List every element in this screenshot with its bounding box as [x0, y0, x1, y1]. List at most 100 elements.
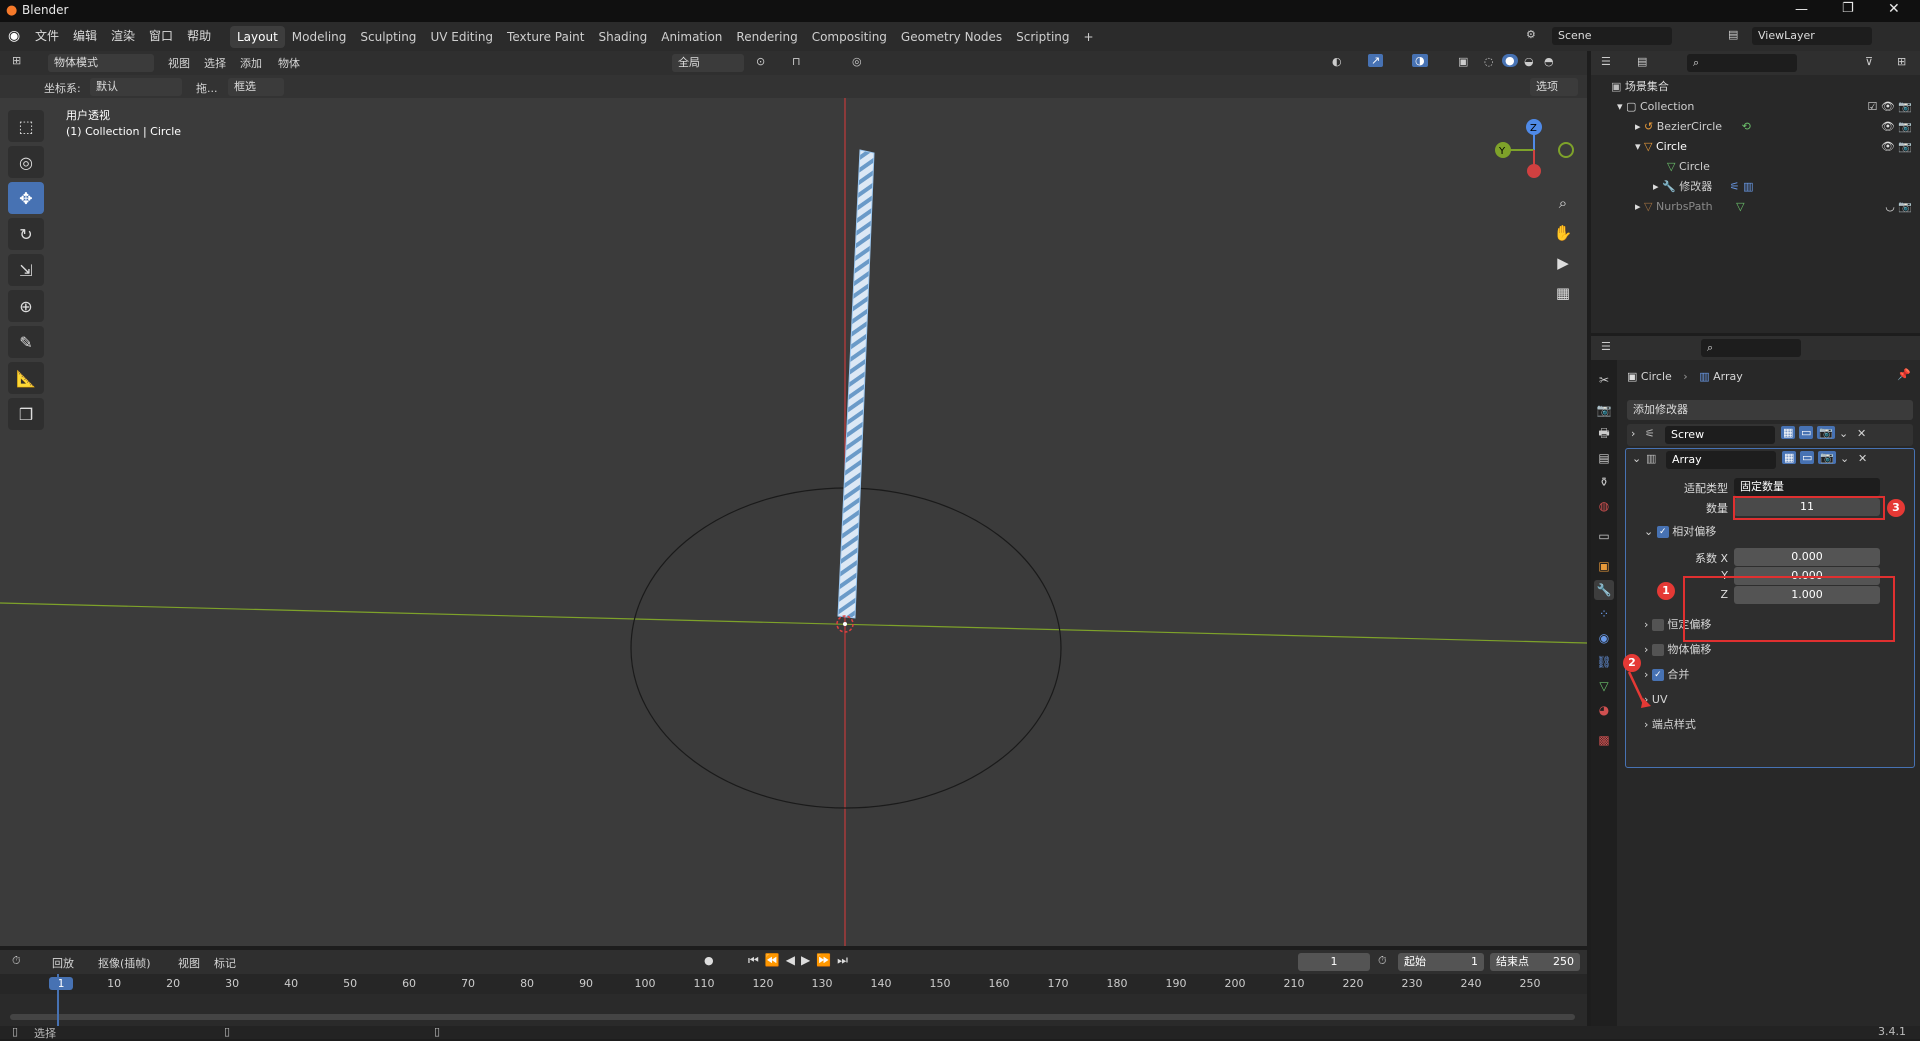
playback-controls[interactable]: ⏮⏪◀▶⏩⏭ — [748, 953, 854, 968]
beziercircle-visibility-icons[interactable]: 👁 📷 — [1881, 117, 1912, 137]
render-tab-icon[interactable]: 📷 — [1594, 400, 1614, 420]
tab-texture-paint[interactable]: Texture Paint — [500, 26, 591, 48]
add-workspace-button[interactable]: + — [1077, 26, 1101, 48]
menu-object[interactable]: 物体 — [278, 55, 300, 71]
outliner-scene-collection[interactable]: ▣ 场景集合 — [1591, 77, 1920, 97]
data-tab-icon[interactable]: ▽ — [1594, 676, 1614, 696]
viewport-canvas[interactable]: Z Y — [0, 98, 1587, 946]
menu-view[interactable]: 视图 — [168, 55, 190, 71]
viewlayer-icon[interactable]: ▤ — [1728, 28, 1738, 41]
options-button[interactable]: 选项 — [1530, 78, 1578, 96]
editor-type-icon[interactable]: ⊞ — [12, 54, 21, 67]
factor-x-field[interactable]: 0.000 — [1734, 548, 1880, 566]
tab-layout[interactable]: Layout — [230, 26, 285, 48]
wireframe-shading-icon[interactable]: ◌ — [1484, 55, 1494, 68]
end-frame-field[interactable]: 结束点 250 — [1490, 953, 1580, 971]
menu-keying[interactable]: 抠像(插帧) — [98, 955, 151, 971]
menu-render[interactable]: 渲染 — [104, 22, 142, 51]
constant-offset-checkbox[interactable] — [1651, 619, 1664, 631]
scale-tool-icon[interactable]: ⇲ — [8, 254, 44, 286]
nurbspath-visibility-icons[interactable]: ◡ 📷 — [1885, 197, 1912, 217]
xray-icon[interactable]: ▣ — [1458, 55, 1468, 68]
scene-tab-icon[interactable]: ⚱ — [1594, 472, 1614, 492]
particles-tab-icon[interactable]: ⁘ — [1594, 604, 1614, 624]
outliner-row-circle[interactable]: ▾ ▽ Circle 👁 📷 — [1591, 137, 1920, 157]
coord-selector[interactable]: 默认 — [90, 78, 182, 96]
drag-selector[interactable]: 框选 — [228, 78, 284, 96]
snap-icon[interactable]: ⊓ — [792, 55, 801, 68]
menu-timeline-view[interactable]: 视图 — [178, 955, 200, 971]
tab-scripting[interactable]: Scripting — [1009, 26, 1076, 48]
select-box-icon[interactable]: ⬚ — [8, 110, 44, 142]
add-modifier-button[interactable]: 添加修改器 — [1627, 400, 1913, 420]
scene-icon[interactable]: ⚙ — [1526, 28, 1536, 41]
blender-menu-icon[interactable]: ◉ — [8, 28, 20, 44]
menu-marker[interactable]: 标记 — [214, 955, 236, 971]
close-window-button[interactable]: ✕ — [1888, 1, 1900, 17]
modifier-tab-icon[interactable]: 🔧 — [1594, 580, 1614, 600]
solid-shading-icon[interactable]: ● — [1502, 54, 1518, 67]
pivot-icon[interactable]: ⊙ — [756, 55, 765, 68]
screw-delete-icon[interactable]: ✕ — [1857, 427, 1866, 440]
current-frame-field[interactable]: 1 — [1298, 953, 1370, 971]
restore-button[interactable]: ❐ — [1842, 1, 1854, 16]
outliner-search-input[interactable]: ⌕ — [1687, 54, 1797, 72]
annotate-tool-icon[interactable]: ✎ — [8, 326, 44, 358]
tab-modeling[interactable]: Modeling — [285, 26, 354, 48]
view-layer-tab-icon[interactable]: ▤ — [1594, 448, 1614, 468]
screw-viewport-icon[interactable]: ▭ — [1799, 426, 1814, 439]
menu-help[interactable]: 帮助 — [180, 22, 218, 51]
object-tab-icon[interactable]: ▣ — [1594, 556, 1614, 576]
screw-render-icon[interactable]: 📷 — [1817, 426, 1835, 439]
outliner-editor-icon[interactable]: ☰ — [1601, 55, 1611, 68]
cursor-tool-icon[interactable]: ◎ — [8, 146, 44, 178]
array-editmode-icon[interactable]: ▦ — [1782, 451, 1797, 464]
array-name-field[interactable]: Array — [1666, 451, 1776, 469]
tab-sculpting[interactable]: Sculpting — [353, 26, 423, 48]
object-offset-checkbox[interactable] — [1651, 644, 1664, 656]
mode-selector[interactable]: 物体模式 — [48, 54, 154, 72]
timeline-editor-icon[interactable]: ⏱ — [12, 954, 21, 968]
outliner-row-collection[interactable]: ▾ ▢ Collection ☑ 👁 📷 — [1591, 97, 1920, 117]
display-mode-icon[interactable]: ▤ — [1637, 55, 1647, 68]
pan-hand-icon[interactable]: ✋ — [1550, 224, 1576, 254]
menu-playback[interactable]: 回放 — [52, 955, 74, 971]
start-frame-field[interactable]: 起始 1 — [1398, 953, 1484, 971]
outliner-row-nurbspath[interactable]: ▸ ▽ NurbsPath ▽ ◡ 📷 — [1591, 197, 1920, 217]
menu-edit[interactable]: 编辑 — [66, 22, 104, 51]
3d-viewport[interactable]: Z Y 用户透视 (1) Collection | Circle ⌕ ✋ ▶ ▦ — [0, 98, 1587, 946]
add-cube-tool-icon[interactable]: ❒ — [8, 398, 44, 430]
zoom-icon[interactable]: ⌕ — [1550, 194, 1576, 224]
screw-name-field[interactable]: Screw — [1665, 426, 1775, 444]
relative-offset-header[interactable]: ⌄ ✓ 相对偏移 — [1644, 524, 1716, 540]
record-icon[interactable]: ● — [704, 954, 714, 967]
tab-shading[interactable]: Shading — [591, 26, 654, 48]
array-viewport-icon[interactable]: ▭ — [1800, 451, 1815, 464]
constraints-tab-icon[interactable]: ⛓ — [1594, 652, 1614, 672]
tab-geometry-nodes[interactable]: Geometry Nodes — [894, 26, 1009, 48]
rotate-tool-icon[interactable]: ↻ — [8, 218, 44, 250]
output-tab-icon[interactable]: 🖶 — [1594, 424, 1614, 444]
transform-orientation-selector[interactable]: 全局 — [672, 54, 744, 72]
properties-editor-icon[interactable]: ☰ — [1601, 340, 1611, 353]
ortho-grid-icon[interactable]: ▦ — [1550, 284, 1576, 314]
pin-icon[interactable]: 📌 — [1897, 368, 1911, 381]
relative-offset-checkbox[interactable]: ✓ — [1656, 526, 1669, 538]
move-tool-icon[interactable]: ✥ — [8, 182, 44, 214]
visibility-icon[interactable]: ◐ — [1332, 55, 1342, 68]
texture-tab-icon[interactable]: ▩ — [1594, 730, 1614, 750]
outliner-row-circle-mesh[interactable]: ▽ Circle — [1591, 157, 1920, 177]
timeline-track-area[interactable] — [0, 994, 1587, 1026]
rendered-shading-icon[interactable]: ◓ — [1544, 55, 1554, 68]
menu-select[interactable]: 选择 — [204, 55, 226, 71]
measure-tool-icon[interactable]: 📐 — [8, 362, 44, 394]
subpanel-object-offset[interactable]: › 物体偏移 — [1644, 642, 1711, 658]
menu-add[interactable]: 添加 — [240, 55, 262, 71]
tab-rendering[interactable]: Rendering — [729, 26, 804, 48]
screw-dropdown-icon[interactable]: ⌄ — [1839, 427, 1848, 440]
timeline-scrollbar[interactable] — [10, 1014, 1575, 1020]
scene-selector[interactable]: Scene — [1552, 27, 1672, 45]
array-dropdown-icon[interactable]: ⌄ — [1840, 452, 1849, 465]
new-collection-icon[interactable]: ⊞ — [1897, 55, 1906, 68]
filter-icon[interactable]: ⊽ — [1865, 55, 1873, 68]
